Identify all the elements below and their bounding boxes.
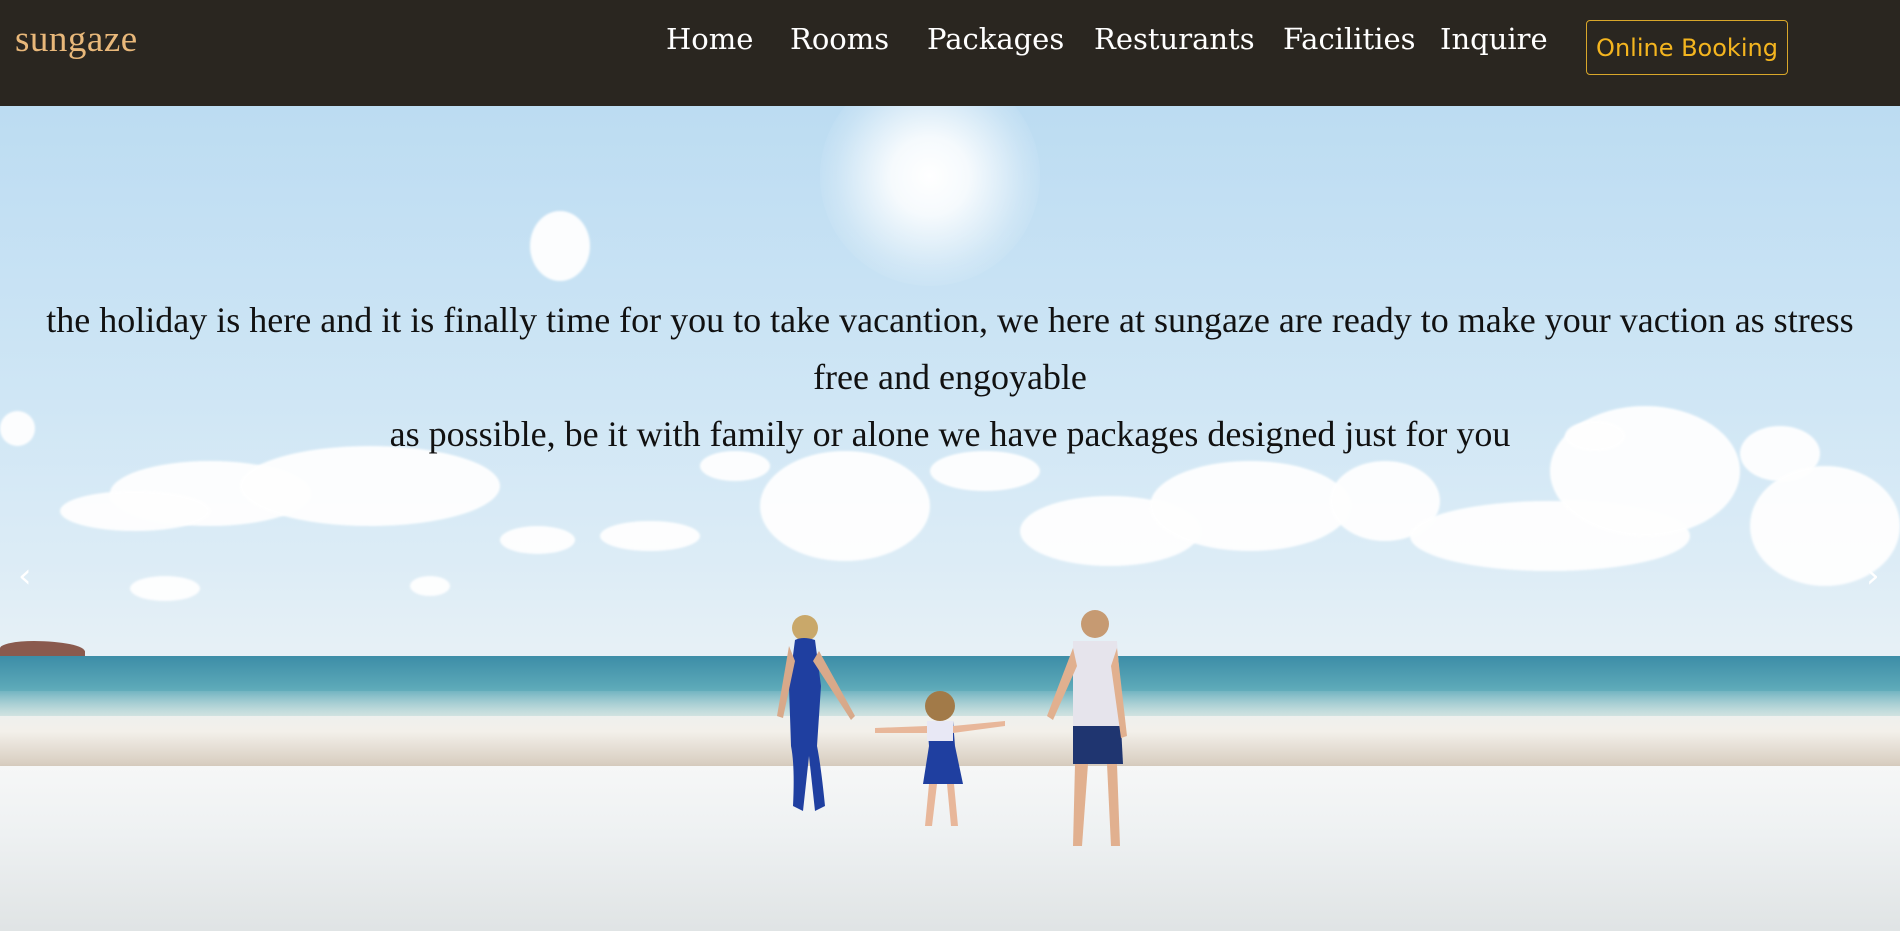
cloud: [530, 211, 590, 281]
hero-carousel: the holiday is here and it is finally ti…: [0, 106, 1900, 931]
cloud: [0, 411, 35, 446]
nav-facilities[interactable]: Facilities: [1283, 22, 1415, 56]
family-figures: [777, 610, 1127, 846]
nav-rooms[interactable]: Rooms: [790, 22, 889, 56]
cloud: [1150, 461, 1350, 551]
cloud: [410, 576, 450, 596]
cloud: [60, 491, 210, 531]
brand-logo[interactable]: sungaze: [15, 18, 138, 61]
nav-restaurants[interactable]: Resturants: [1094, 22, 1255, 56]
navbar: sungaze Home Rooms Packages Resturants F…: [0, 0, 1900, 106]
nav-packages[interactable]: Packages: [927, 22, 1064, 56]
hero-caption: the holiday is here and it is finally ti…: [40, 292, 1860, 463]
nav-home[interactable]: Home: [666, 22, 753, 56]
carousel-prev-icon[interactable]: ‹: [18, 559, 32, 593]
child-figure: [875, 691, 1005, 826]
cloud: [130, 576, 200, 601]
cloud: [600, 521, 700, 551]
woman-figure: [777, 615, 855, 811]
online-booking-button[interactable]: Online Booking: [1586, 20, 1788, 75]
carousel-next-icon[interactable]: ›: [1866, 559, 1880, 593]
man-figure: [1047, 610, 1127, 846]
sun-glare: [820, 106, 1040, 286]
cloud: [500, 526, 575, 554]
hero-caption-line1: the holiday is here and it is finally ti…: [46, 300, 1854, 397]
hero-caption-line2: as possible, be it with family or alone …: [389, 414, 1511, 454]
nav-inquire[interactable]: Inquire: [1440, 22, 1548, 56]
cloud: [760, 451, 930, 561]
